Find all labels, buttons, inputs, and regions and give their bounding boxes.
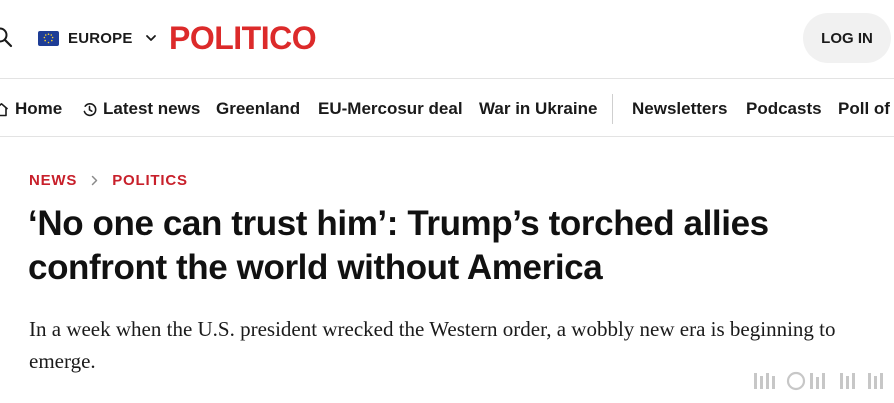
nav-label: EU-Mercosur deal — [318, 99, 463, 118]
edition-selector[interactable]: EUROPE — [38, 27, 157, 49]
login-button[interactable]: LOG IN — [803, 13, 891, 63]
nav-item-podcasts[interactable]: Podcasts — [746, 98, 822, 120]
nav-label: Greenland — [216, 99, 301, 118]
watermark-graphic — [754, 371, 883, 391]
nav-label: Home — [15, 99, 63, 118]
edition-label: EUROPE — [68, 29, 133, 47]
clock-icon — [83, 102, 97, 116]
nav-label: War in Ukraine — [479, 99, 598, 118]
chevron-down-icon — [145, 35, 156, 41]
breadcrumb: NEWS POLITICS — [29, 170, 188, 190]
nav-item-war-in-ukraine[interactable]: War in Ukraine — [479, 98, 597, 120]
nav-divider — [612, 94, 613, 124]
politico-logo[interactable]: POLITICO — [169, 19, 317, 57]
nav-item-latest-news[interactable]: Latest news — [82, 98, 200, 120]
nav-label: Latest news — [103, 99, 201, 118]
nav-item-greenland[interactable]: Greenland — [216, 98, 300, 120]
nav-label: Podcasts — [746, 99, 822, 118]
main-nav: Home Latest news Greenland EU-Mercosur d… — [0, 80, 894, 137]
nav-item-home[interactable]: Home — [0, 98, 62, 120]
nav-label: Newsletters — [632, 99, 728, 118]
nav-item-poll-of-polls[interactable]: Poll of P — [838, 98, 894, 120]
nav-label: Poll of P — [838, 99, 894, 118]
article-headline: ‘No one can trust him’: Trump’s torched … — [28, 204, 769, 287]
home-icon — [0, 102, 9, 116]
breadcrumb-politics[interactable]: POLITICS — [112, 172, 188, 189]
page: EUROPE POLITICO LOG IN Home Latest news … — [0, 0, 894, 403]
site-header: EUROPE POLITICO LOG IN — [0, 0, 894, 79]
nav-item-newsletters[interactable]: Newsletters — [632, 98, 727, 120]
search-icon[interactable] — [0, 26, 13, 48]
breadcrumb-news[interactable]: NEWS — [29, 172, 77, 189]
eu-flag-icon — [38, 30, 59, 46]
chevron-right-icon — [91, 175, 98, 185]
nav-item-eu-mercosur[interactable]: EU-Mercosur deal — [318, 98, 463, 120]
